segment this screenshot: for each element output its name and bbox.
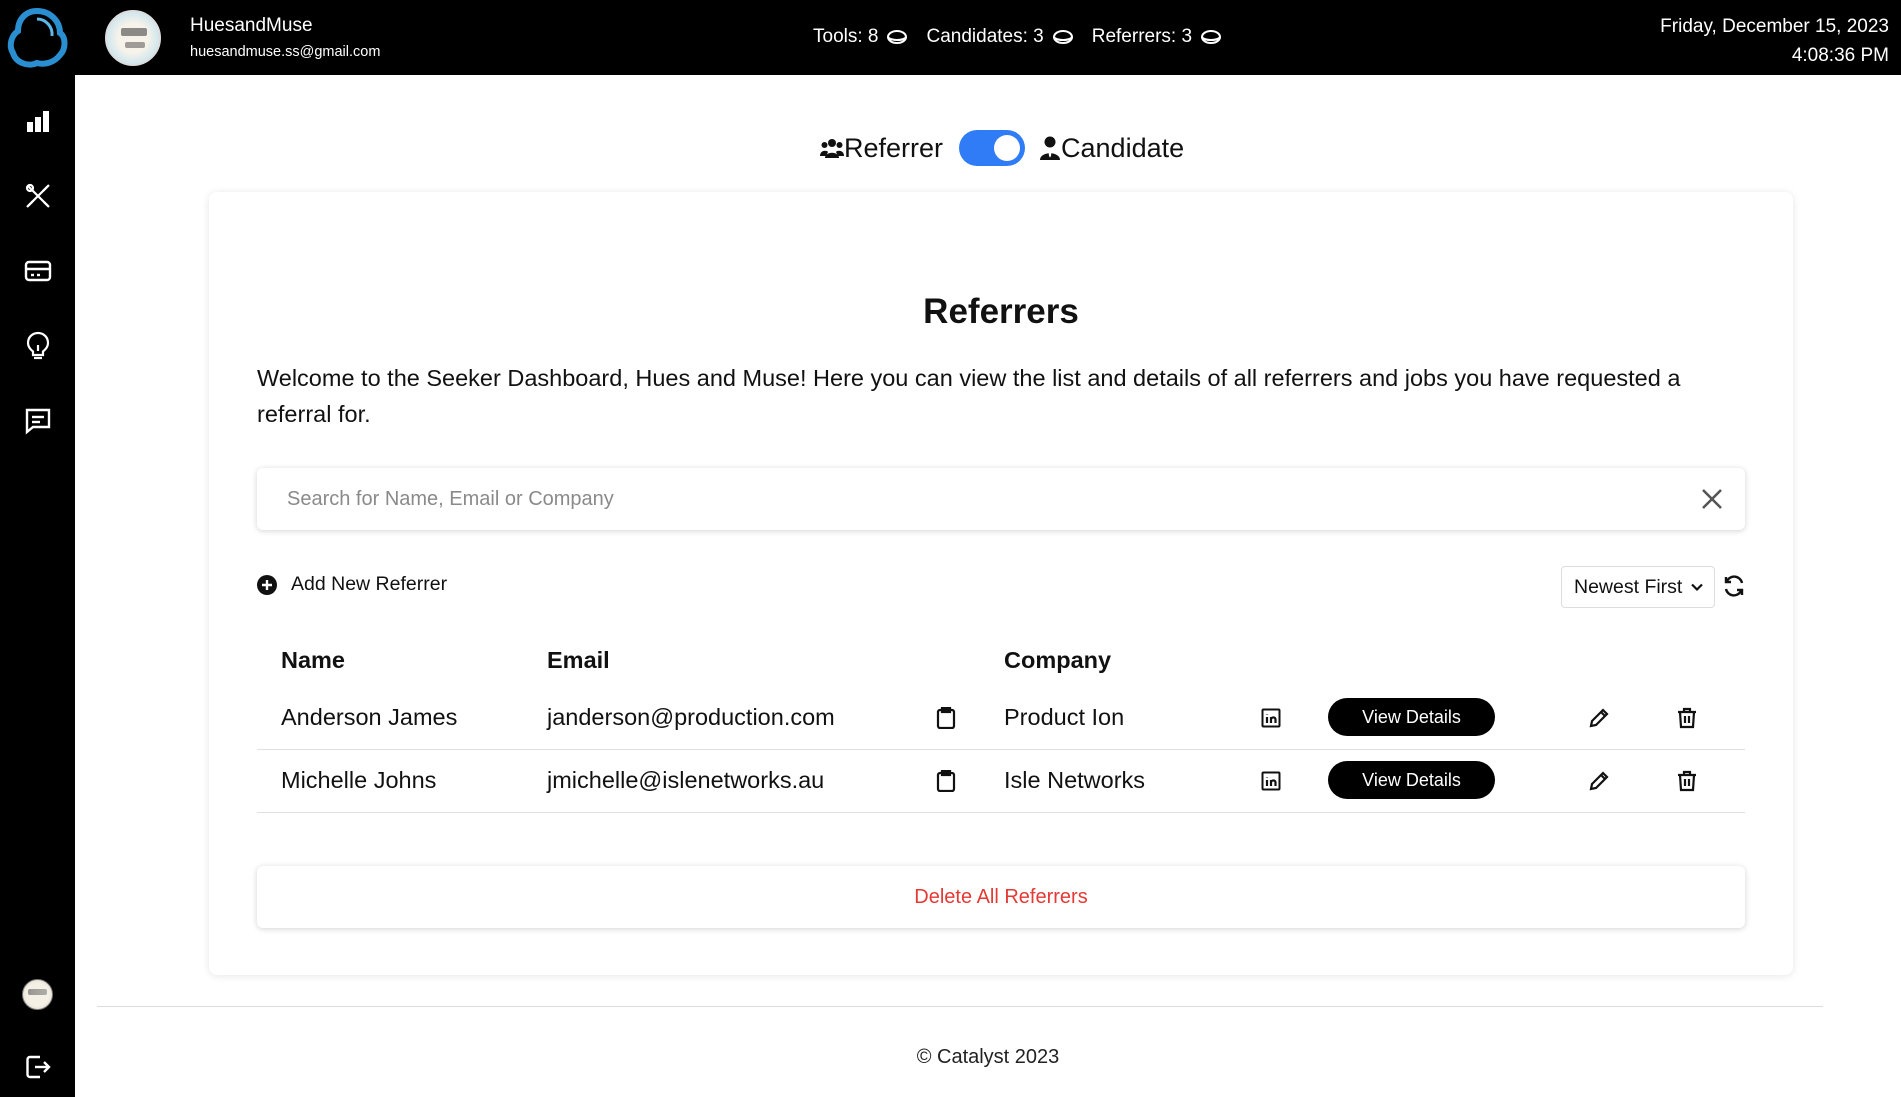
header-company: Company bbox=[1004, 647, 1112, 673]
linkedin-button[interactable] bbox=[1259, 769, 1283, 793]
trash-icon bbox=[1678, 770, 1696, 792]
trash-icon bbox=[1678, 707, 1696, 729]
refresh-icon[interactable] bbox=[1722, 574, 1746, 598]
role-switch[interactable] bbox=[959, 130, 1026, 166]
copy-email-button[interactable] bbox=[934, 706, 958, 730]
app-logo[interactable] bbox=[6, 5, 69, 70]
referrer-company: Product Ion bbox=[1004, 704, 1125, 730]
user-email: huesandmuse.ss@gmail.com bbox=[190, 44, 381, 60]
card-icon bbox=[24, 260, 51, 281]
close-icon[interactable] bbox=[1697, 484, 1727, 514]
candidate-toggle-label[interactable]: Candidate bbox=[1039, 133, 1184, 164]
header-email: Email bbox=[547, 647, 610, 673]
current-date: Friday, December 15, 2023 bbox=[1660, 16, 1889, 37]
search-box bbox=[257, 468, 1745, 530]
add-referrer-label: Add New Referrer bbox=[291, 573, 448, 595]
avatar[interactable] bbox=[105, 10, 161, 66]
view-details-button[interactable]: View Details bbox=[1328, 698, 1495, 736]
datetime: Friday, December 15, 2023 4:08:36 PM bbox=[1660, 12, 1889, 70]
user-tie-icon bbox=[1040, 136, 1061, 160]
user-name: HuesandMuse bbox=[190, 15, 313, 36]
delete-button[interactable] bbox=[1675, 769, 1699, 793]
switch-knob bbox=[994, 135, 1021, 161]
delete-button[interactable] bbox=[1675, 706, 1699, 730]
referrer-email: jmichelle@islenetworks.au bbox=[547, 767, 825, 793]
linkedin-button[interactable] bbox=[1259, 706, 1283, 730]
referrers-count-label: Referrers: 3 bbox=[1091, 26, 1193, 47]
coin-icon bbox=[1052, 30, 1073, 44]
pencil-icon bbox=[1589, 708, 1609, 728]
table-row: Michelle Johns jmichelle@islenetworks.au… bbox=[257, 750, 1745, 813]
referrer-name: Michelle Johns bbox=[281, 767, 437, 793]
delete-all-button[interactable]: Delete All Referrers bbox=[257, 866, 1745, 928]
candidates-count: Candidates: 3 bbox=[926, 26, 1073, 48]
clipboard-icon bbox=[936, 770, 956, 792]
referrers-card: Referrers Welcome to the Seeker Dashboar… bbox=[209, 192, 1793, 975]
footer-copyright: © Catalyst 2023 bbox=[916, 1046, 1060, 1068]
sidebar-item-analytics[interactable] bbox=[22, 106, 53, 137]
sidebar-item-ideas[interactable] bbox=[22, 330, 53, 361]
users-icon bbox=[820, 139, 844, 158]
linkedin-icon bbox=[1261, 708, 1281, 728]
pencil-icon bbox=[1589, 771, 1609, 791]
sidebar-item-messages[interactable] bbox=[22, 405, 53, 436]
plus-circle-icon bbox=[257, 574, 277, 595]
sort-select-value: Newest First bbox=[1574, 575, 1683, 598]
header-name: Name bbox=[281, 647, 346, 673]
sidebar bbox=[0, 0, 75, 1097]
usage-counts: Tools: 8 Candidates: 3 Referrers: 3 bbox=[813, 26, 1240, 48]
message-icon bbox=[25, 408, 50, 435]
view-details-button[interactable]: View Details bbox=[1328, 761, 1495, 799]
linkedin-icon bbox=[1261, 771, 1281, 791]
table-row: Anderson James janderson@production.com … bbox=[257, 687, 1745, 750]
tools-count-label: Tools: 8 bbox=[813, 26, 879, 47]
edit-button[interactable] bbox=[1587, 706, 1611, 730]
copy-email-button[interactable] bbox=[934, 769, 958, 793]
top-bar: HuesandMuse huesandmuse.ss@gmail.com Too… bbox=[75, 0, 1901, 75]
lightbulb-icon bbox=[26, 331, 49, 359]
chevron-down-icon bbox=[1691, 583, 1703, 592]
sidebar-item-tools[interactable] bbox=[22, 180, 53, 211]
tools-count: Tools: 8 bbox=[813, 26, 908, 48]
referrer-toggle-label[interactable]: Referrer bbox=[820, 133, 943, 164]
referrer-company: Isle Networks bbox=[1004, 767, 1146, 793]
sort-select[interactable]: Newest First bbox=[1561, 566, 1715, 608]
search-input[interactable] bbox=[287, 484, 1647, 514]
referrer-label: Referrer bbox=[844, 132, 944, 163]
sidebar-item-billing[interactable] bbox=[22, 255, 53, 286]
referrers-count: Referrers: 3 bbox=[1092, 26, 1222, 48]
referrer-email: janderson@production.com bbox=[547, 704, 835, 730]
coin-icon bbox=[1201, 30, 1222, 44]
bar-chart-icon bbox=[26, 110, 49, 132]
add-referrer-button[interactable]: Add New Referrer bbox=[257, 573, 447, 596]
clipboard-icon bbox=[936, 707, 956, 729]
referrer-name: Anderson James bbox=[281, 704, 458, 730]
candidate-label: Candidate bbox=[1061, 132, 1185, 163]
footer-divider bbox=[97, 1006, 1823, 1007]
candidates-count-label: Candidates: 3 bbox=[926, 26, 1044, 47]
coin-icon bbox=[887, 30, 908, 44]
page-title: Referrers bbox=[923, 292, 1079, 331]
sidebar-avatar[interactable] bbox=[22, 979, 53, 1010]
current-time: 4:08:36 PM bbox=[1791, 45, 1889, 66]
role-toggle-row: Referrer Candidate bbox=[820, 128, 1184, 168]
edit-button[interactable] bbox=[1587, 769, 1611, 793]
tools-icon bbox=[25, 183, 50, 208]
welcome-text: Welcome to the Seeker Dashboard, Hues an… bbox=[257, 365, 1681, 427]
